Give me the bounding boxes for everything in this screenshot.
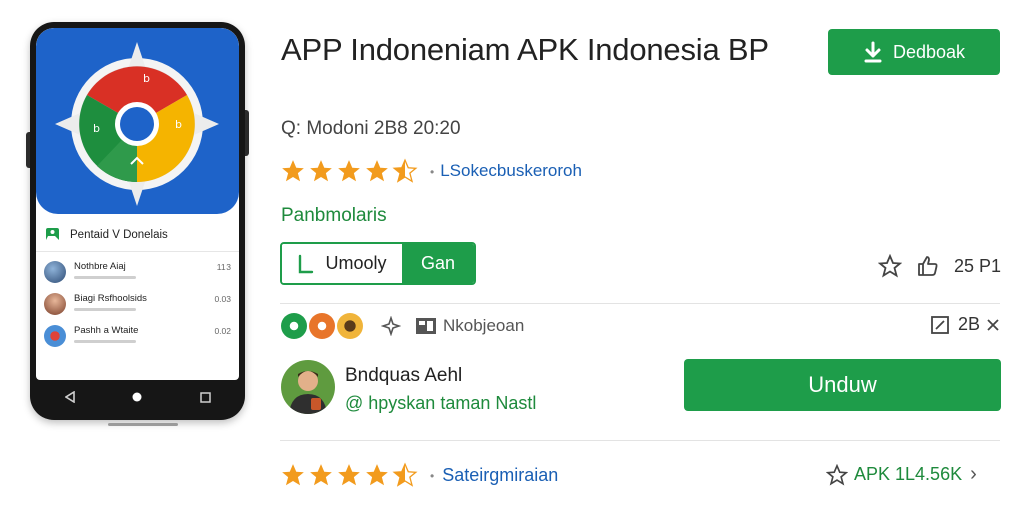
developer-name: Bndquas Aehl [345,365,463,386]
segment-primary-button[interactable]: Umooly [282,244,402,283]
avatar [44,261,66,283]
segmented-control: Umooly Gan [280,242,476,285]
list-item-subtitle-placeholder [74,308,136,311]
star-icon [338,464,360,486]
star-outline-icon [826,463,848,486]
recents-icon[interactable] [190,387,220,407]
rating-row: • LSokecbuskeroroh [280,158,582,184]
svg-text:b: b [143,72,150,85]
phone-screen: b b b Pentaid V Donelais Nothbre Aiaj 11… [36,28,239,380]
chevron-right-icon: › [970,463,977,485]
star-icon [310,464,332,486]
unduh-button[interactable]: Unduw [684,359,1001,411]
app-icon: b b b [36,28,239,214]
bottom-rating-row: • Sateirgmiraian [280,462,558,488]
star-rating [280,158,420,184]
share-icon[interactable] [381,316,401,336]
tag-label[interactable]: Nkobjeoan [443,316,524,336]
category-label[interactable]: Panbmolaris [281,205,387,227]
download-arrow-icon [864,41,882,63]
phone-mockup: b b b Pentaid V Donelais Nothbre Aiaj 11… [26,22,249,426]
thumbs-up-icon[interactable] [916,254,940,278]
developer-handle[interactable]: @ hpyskan taman Nastl [345,393,536,414]
star-rating [280,462,420,488]
divider [280,440,1000,441]
star-icon [366,464,388,486]
phone-list: Nothbre Aiaj 11 3 Biagi Rsfhoolsids 0.03… [36,258,239,354]
list-item-subtitle-placeholder [74,276,136,279]
svg-text:b: b [175,118,182,131]
apk-size-label: APK 1L4.56K [854,464,963,484]
badge-icon [337,313,363,339]
apk-size-row[interactable]: APK 1L4.56K › [826,463,977,486]
doc-icon [299,254,314,273]
svg-text:b: b [93,122,100,135]
list-item-meta: 0.03 [214,294,231,304]
grid-icon [415,317,437,335]
app-meta: Q: Modoni 2B8 20:20 [281,118,461,139]
list-item[interactable]: Biagi Rsfhoolsids 0.03 [36,290,239,322]
phone-nav-bar [36,380,239,426]
tags-row: Nkobjeoan [281,313,524,339]
back-icon[interactable] [55,387,85,407]
list-item-subtitle-placeholder [74,340,136,343]
list-item-meta: 11 3 [216,262,231,272]
badge-icon [309,313,335,339]
download-button-label: Dedboak [892,41,966,62]
phone-side-button [245,110,249,156]
rating-link[interactable]: • LSokecbuskeroroh [430,161,582,181]
avatar [44,325,66,347]
home-indicator [108,423,178,426]
badge-icon [281,313,307,339]
list-item-title: Nothbre Aiaj [74,261,126,272]
developer-avatar[interactable] [281,360,335,414]
edit-group: 2B [930,314,1000,335]
half-star-icon [392,462,418,487]
app-title: APP Indoneniam APK Indonesia BP [281,32,769,67]
star-icon [310,160,332,182]
star-icon [338,160,360,182]
list-item-meta: 0.02 [214,326,231,336]
phone-app-bar: Pentaid V Donelais [36,218,239,252]
half-star-icon [392,158,418,183]
segment-secondary-button[interactable]: Gan [402,244,474,283]
list-item-title: Biagi Rsfhoolsids [74,293,147,304]
star-icon [366,160,388,182]
action-group: 25 P1 [878,254,1001,278]
phone-side-button [26,132,30,168]
favorite-star-icon[interactable] [878,254,902,278]
avatar [44,293,66,315]
star-icon [282,160,304,182]
list-item-title: Pashh a Wtaite [74,325,139,336]
bottom-rating-label[interactable]: • Sateirgmiraian [430,465,558,486]
home-icon[interactable] [122,387,152,407]
list-item[interactable]: Pashh a Wtaite 0.02 [36,322,239,354]
phone-app-bar-title: Pentaid V Donelais [70,228,168,241]
likes-count: 25 P1 [954,255,1002,276]
edit-square-icon[interactable] [930,315,950,335]
list-item[interactable]: Nothbre Aiaj 11 3 [36,258,239,290]
app-logo-icon [46,228,59,240]
download-button[interactable]: Dedboak [828,29,1000,75]
star-icon [282,464,304,486]
edit-count: 2B [958,314,981,334]
close-x-icon[interactable] [986,318,1000,332]
divider [280,303,1000,304]
